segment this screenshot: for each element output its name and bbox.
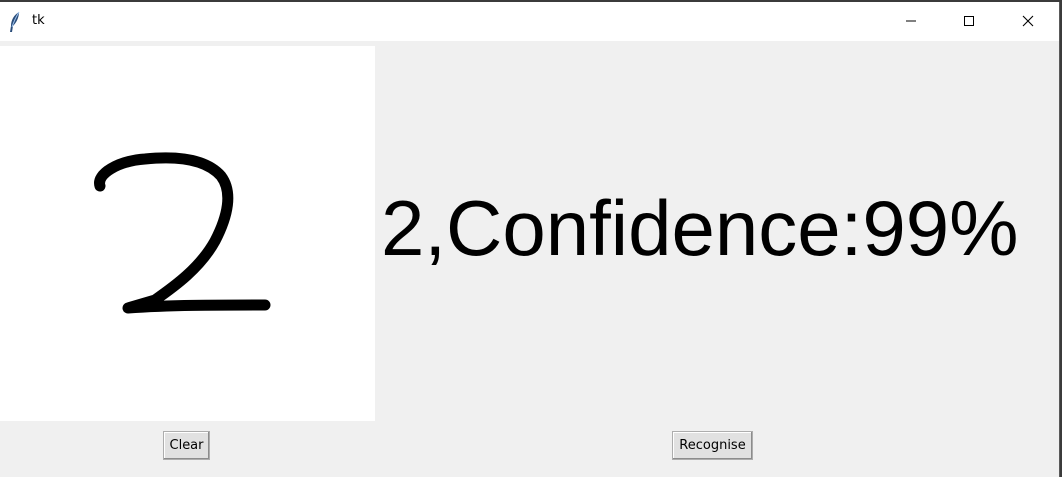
tk-feather-icon [8,11,22,33]
main-content: 2,Confidence:99% Clear Recognise [0,41,1059,477]
app-window: tk 2,Confidence:99% Clear Recognise [0,2,1060,477]
minimize-button[interactable] [882,2,940,41]
handwritten-digit-2 [94,152,271,314]
close-button[interactable] [999,2,1057,41]
clear-button[interactable]: Clear [163,431,210,460]
minimize-icon [905,12,917,31]
maximize-icon [963,12,975,31]
window-title: tk [32,13,45,28]
prediction-result-label: 2,Confidence:99% [381,184,1019,272]
drawing-canvas[interactable] [0,46,375,421]
title-bar[interactable]: tk [0,2,1059,41]
recognise-button[interactable]: Recognise [672,431,753,460]
maximize-button[interactable] [940,2,998,41]
close-icon [1022,12,1034,31]
